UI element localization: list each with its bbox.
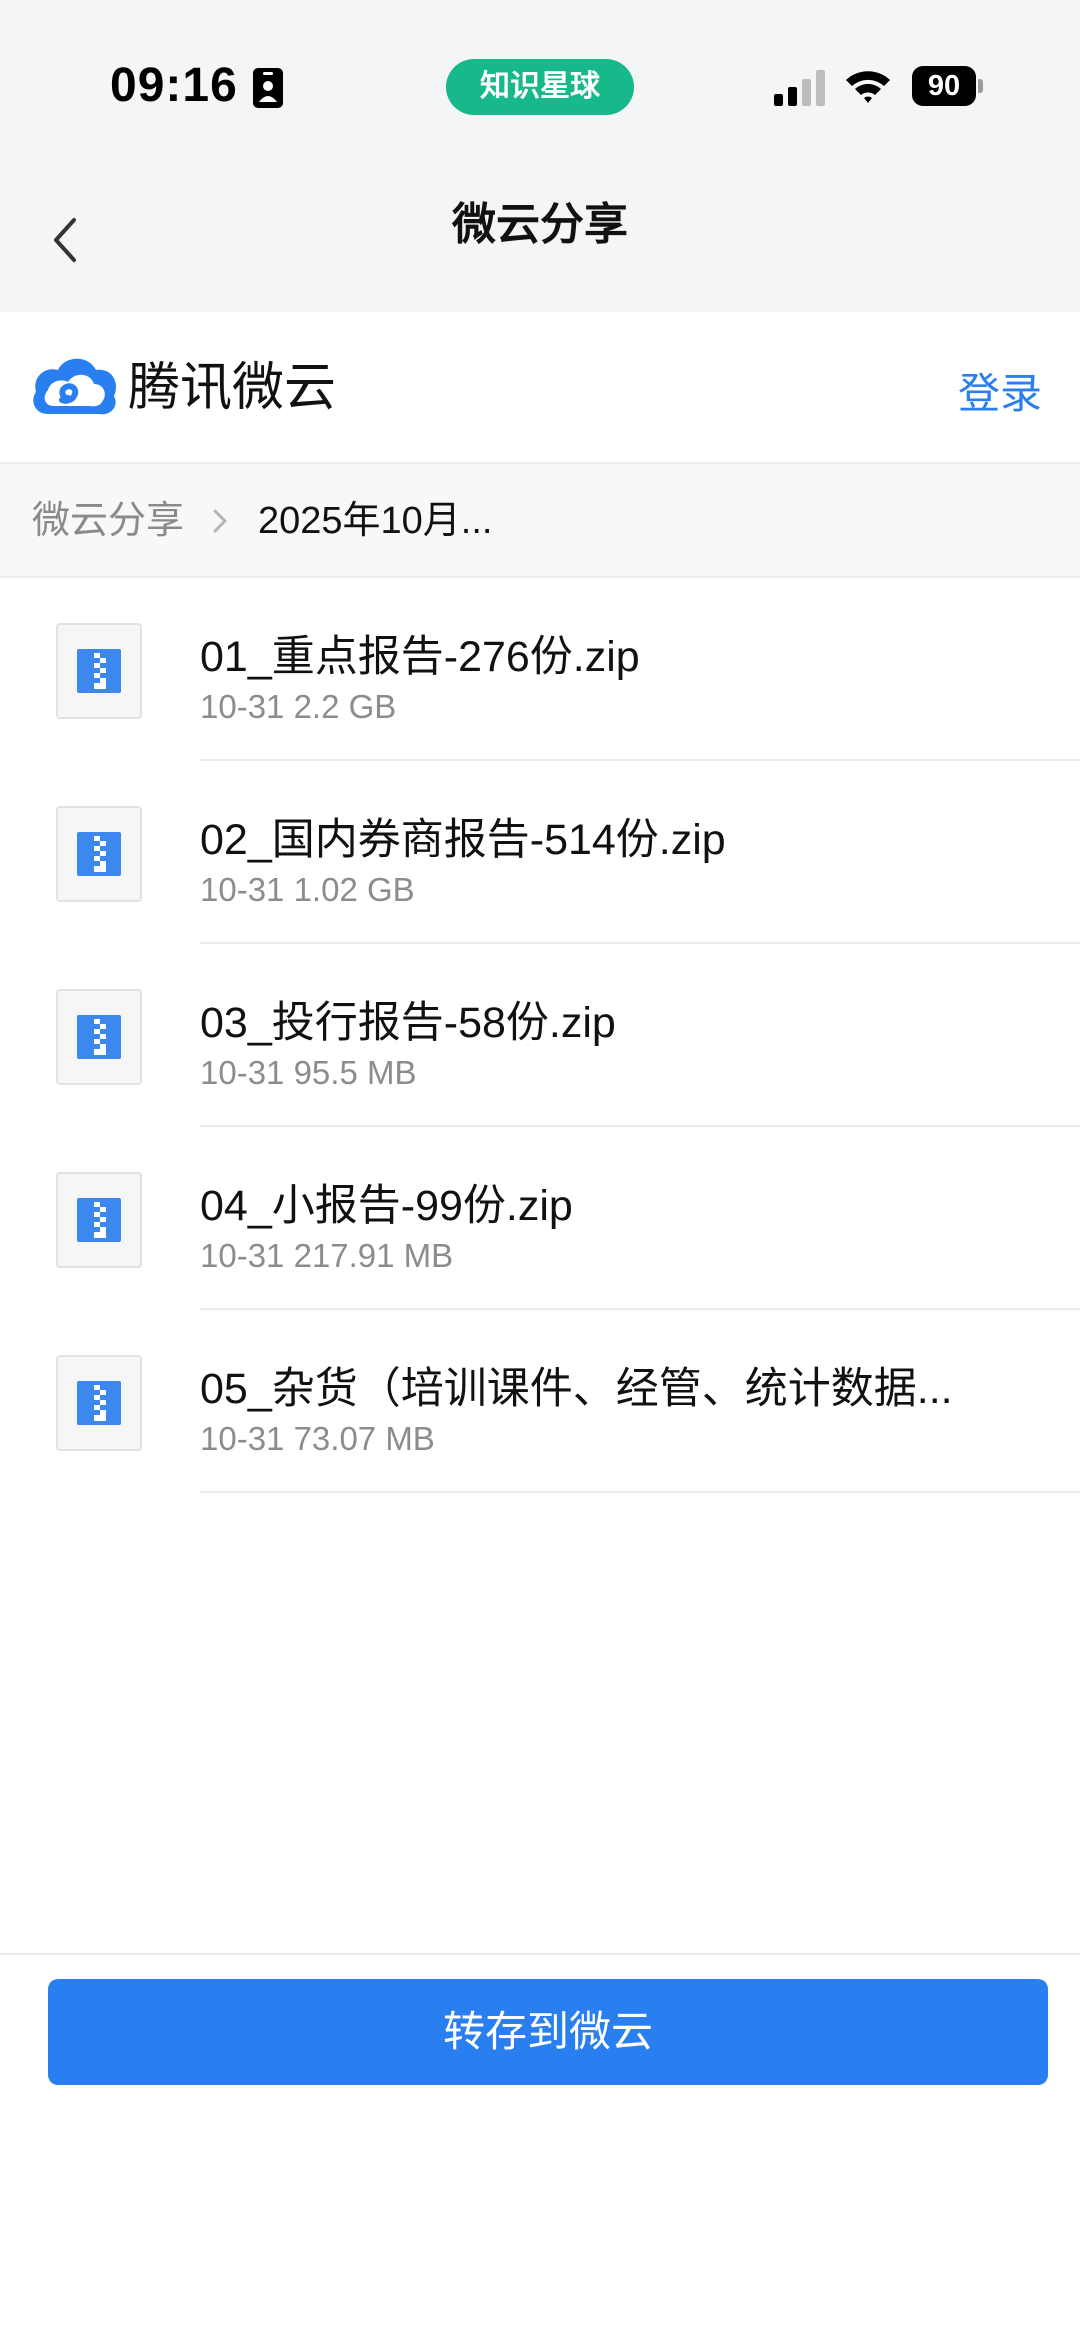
file-meta: 10-31 73.07 MB [200,1420,435,1457]
file-row[interactable]: 04_小报告-99份.zip 10-31 217.91 MB [0,1127,1080,1310]
file-meta: 10-31 217.91 MB [200,1237,454,1274]
page-title: 微云分享 [452,200,628,249]
file-name: 01_重点报告-276份.zip [200,633,640,681]
file-meta: 10-31 95.5 MB [200,1054,417,1091]
zip-file-icon [56,623,142,719]
battery-cap [978,79,983,93]
wifi-icon [846,71,890,103]
brand-header: 腾讯微云 登录 [0,312,1080,464]
save-to-weiyun-button[interactable]: 转存到微云 [48,1979,1048,2085]
nav-bar: 微云分享 [0,175,1080,312]
battery-level: 90 [912,66,976,106]
battery-indicator: 90 [912,66,984,106]
file-name: 04_小报告-99份.zip [200,1182,573,1230]
file-row[interactable]: 03_投行报告-58份.zip 10-31 95.5 MB [0,944,1080,1127]
back-button[interactable] [40,205,90,275]
id-card-icon [253,68,283,108]
status-bar: 09:16 知识星球 90 [0,0,1080,175]
breadcrumb-current: 2025年10月... [258,500,493,542]
file-meta: 10-31 2.2 GB [200,688,397,725]
zip-file-icon [56,806,142,902]
breadcrumb-root[interactable]: 微云分享 [32,494,184,548]
file-row[interactable]: 02_国内券商报告-514份.zip 10-31 1.02 GB [0,761,1080,944]
divider [200,1491,1080,1493]
status-time: 09:16 [110,59,238,112]
bottom-action-bar: 转存到微云 [0,1953,1080,2348]
login-link[interactable]: 登录 [958,364,1042,424]
file-row[interactable]: 05_杂货（培训课件、经管、统计数据... 10-31 73.07 MB [0,1310,1080,1493]
file-list: 01_重点报告-276份.zip 10-31 2.2 GB 02_国内券商报告-… [0,578,1080,1493]
cell-signal-icon [774,70,825,106]
file-name: 05_杂货（培训课件、经管、统计数据... [200,1365,953,1413]
chevron-right-icon [213,509,227,533]
brand-name: 腾讯微云 [128,359,337,417]
zsxq-badge[interactable]: 知识星球 [446,59,634,115]
weiyun-logo-icon [33,358,116,415]
zip-file-icon [56,1355,142,1451]
file-name: 03_投行报告-58份.zip [200,999,616,1047]
chevron-left-icon [54,218,76,262]
zip-file-icon [56,989,142,1085]
file-meta: 10-31 1.02 GB [200,871,415,908]
breadcrumb: 微云分享 2025年10月... [0,464,1080,578]
file-name: 02_国内券商报告-514份.zip [200,816,726,864]
zip-file-icon [56,1172,142,1268]
file-row[interactable]: 01_重点报告-276份.zip 10-31 2.2 GB [0,578,1080,761]
